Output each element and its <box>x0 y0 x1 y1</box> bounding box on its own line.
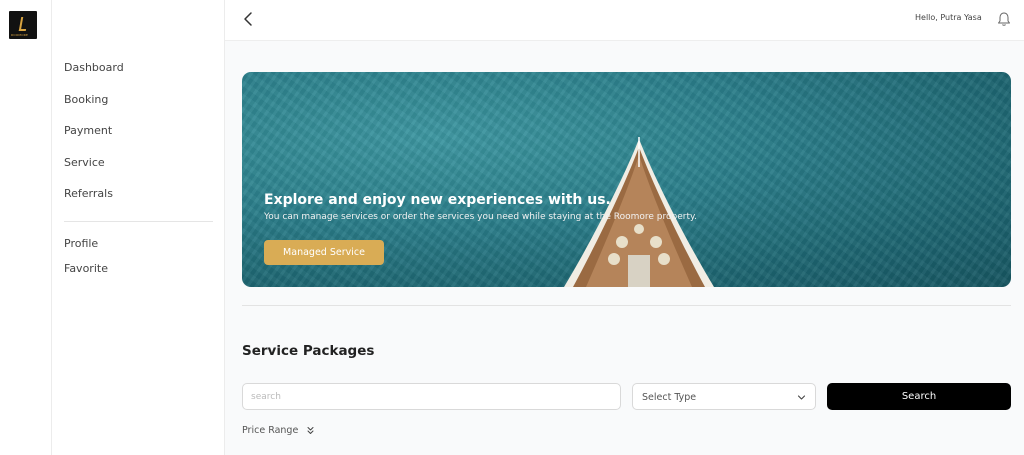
sidebar-item-dashboard[interactable]: Dashboard <box>64 59 124 91</box>
type-select-value: Select Type <box>642 392 697 403</box>
double-chevron-down-icon <box>307 427 314 434</box>
brand-rail: ROOMORE <box>0 0 52 455</box>
hero-banner: Explore and enjoy new experiences with u… <box>242 72 1011 287</box>
search-input[interactable] <box>242 383 621 410</box>
type-select[interactable]: Select Type <box>632 383 816 410</box>
sidebar-secondary-nav: Profile Favorite <box>64 235 108 284</box>
price-range-label: Price Range <box>242 425 299 436</box>
sidebar: Dashboard Booking Payment Service Referr… <box>52 0 225 455</box>
sidebar-item-favorite[interactable]: Favorite <box>64 260 108 285</box>
top-bar: Hello, Putra Yasa <box>225 0 1024 41</box>
sidebar-divider <box>64 221 213 222</box>
chevron-down-icon <box>797 395 806 400</box>
main-content: Explore and enjoy new experiences with u… <box>225 41 1024 455</box>
search-button[interactable]: Search <box>827 383 1011 410</box>
price-range-toggle[interactable]: Price Range <box>242 425 315 436</box>
hero-title: Explore and enjoy new experiences with u… <box>264 192 611 208</box>
bell-icon[interactable] <box>997 11 1011 27</box>
service-packages-title: Service Packages <box>242 343 375 359</box>
logo-wordmark: ROOMORE <box>11 33 29 37</box>
hero-subtitle: You can manage services or order the ser… <box>264 212 697 222</box>
section-divider <box>242 305 1011 306</box>
sidebar-item-service[interactable]: Service <box>64 154 124 186</box>
sidebar-item-profile[interactable]: Profile <box>64 235 108 260</box>
logo-mark <box>18 17 29 31</box>
user-greeting: Hello, Putra Yasa <box>915 13 982 22</box>
sidebar-nav: Dashboard Booking Payment Service Referr… <box>64 59 124 217</box>
sidebar-item-referrals[interactable]: Referrals <box>64 185 124 217</box>
managed-service-button[interactable]: Managed Service <box>264 240 384 265</box>
chevron-left-icon[interactable] <box>241 11 257 27</box>
brand-logo[interactable]: ROOMORE <box>9 11 37 39</box>
sidebar-item-payment[interactable]: Payment <box>64 122 124 154</box>
sidebar-item-booking[interactable]: Booking <box>64 91 124 123</box>
